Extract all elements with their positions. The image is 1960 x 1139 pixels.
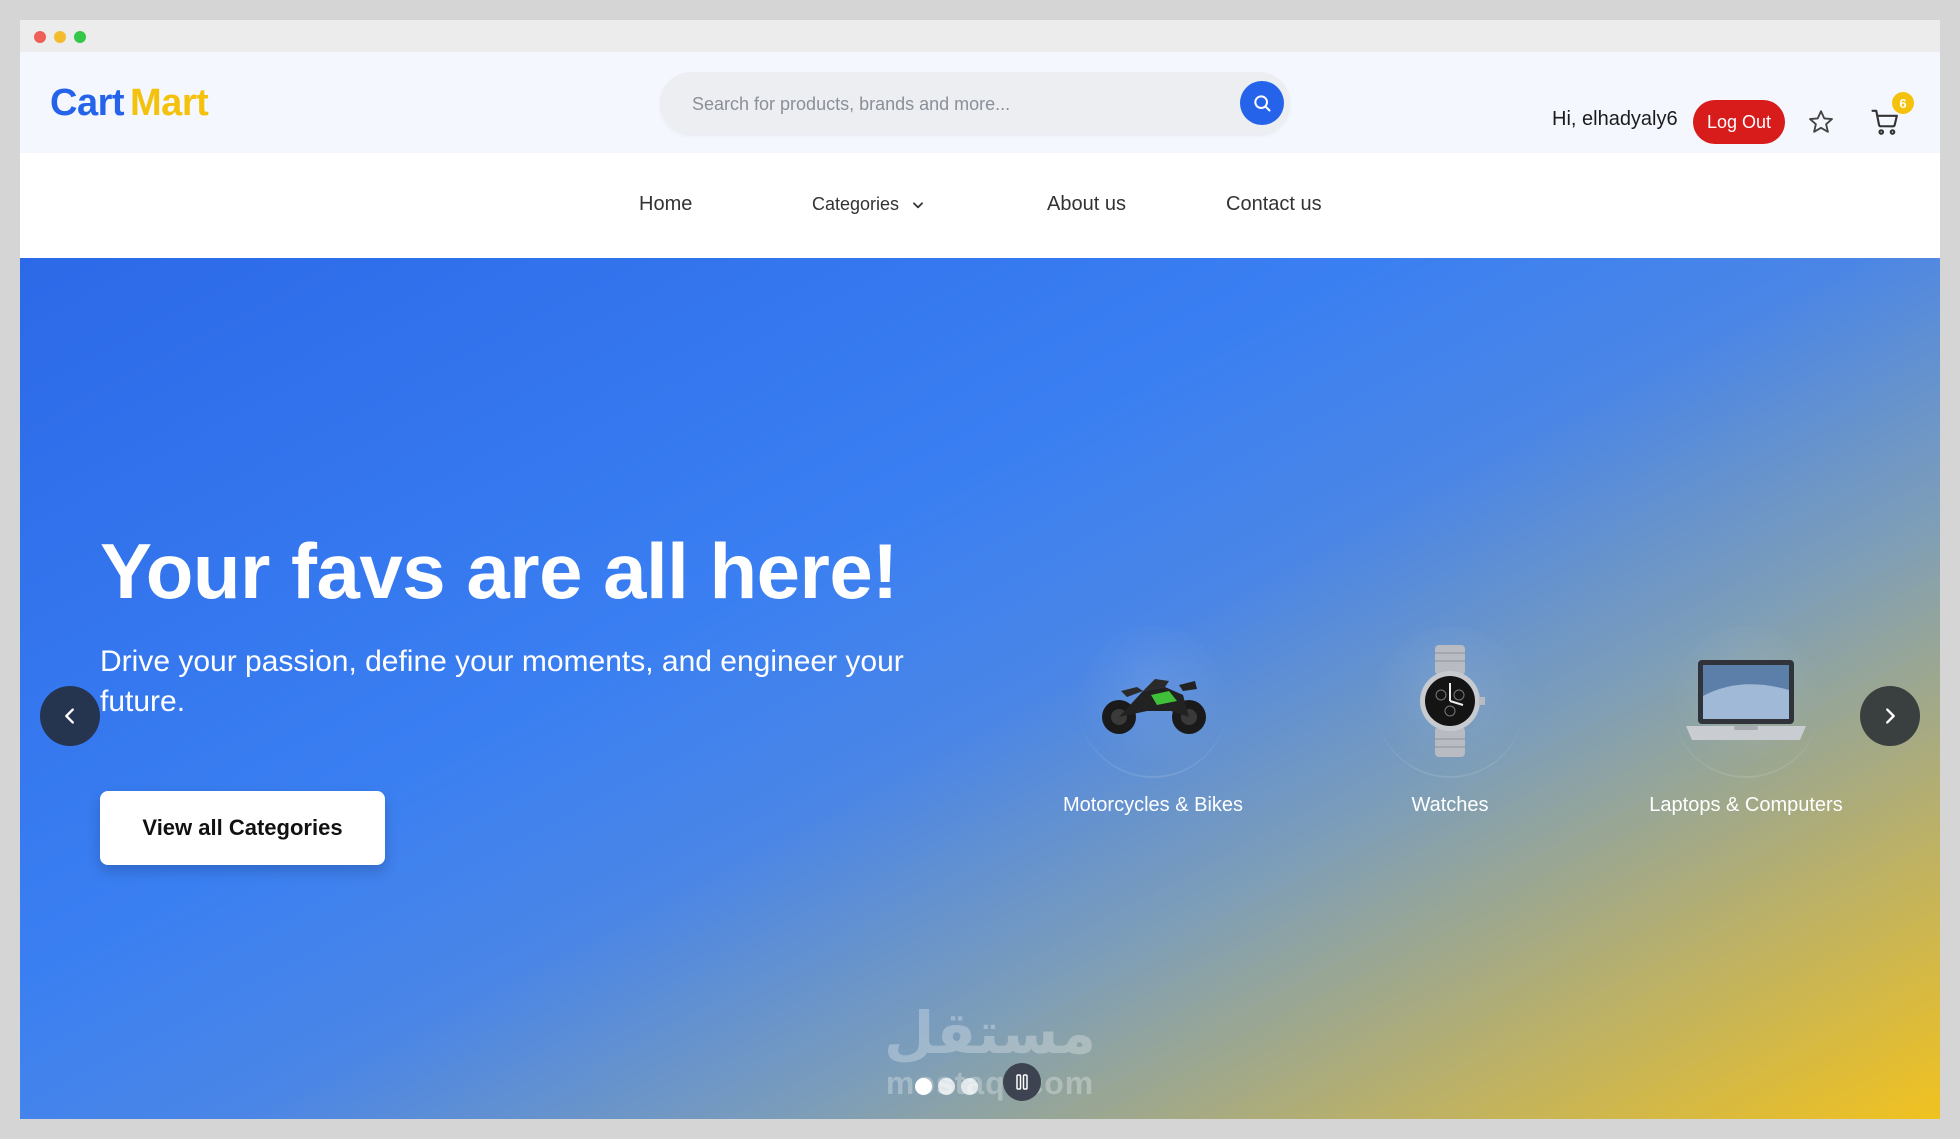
nav-home[interactable]: Home	[639, 193, 692, 216]
carousel-pause-button[interactable]	[1003, 1063, 1041, 1101]
nav-about[interactable]: About us	[1047, 193, 1126, 216]
motorcycle-icon	[1102, 679, 1206, 734]
carousel-next-button[interactable]	[1860, 686, 1920, 746]
search-input[interactable]	[690, 72, 1214, 136]
carousel-indicators	[915, 1078, 978, 1095]
nav-categories[interactable]: Categories	[812, 194, 925, 215]
nav-categories-label: Categories	[812, 194, 900, 214]
search-icon	[1254, 95, 1271, 112]
carousel-dot[interactable]	[938, 1078, 955, 1095]
carousel-dot[interactable]	[961, 1078, 978, 1095]
category-image-watches	[1375, 626, 1525, 778]
category-label-laptops: Laptops & Computers	[1649, 794, 1843, 816]
category-label-motorcycles: Motorcycles & Bikes	[1062, 794, 1244, 816]
search-button[interactable]	[1240, 81, 1284, 125]
search-bar	[660, 72, 1290, 136]
category-image-motorcycles	[1078, 626, 1228, 778]
view-all-categories-button[interactable]: View all Categories	[100, 791, 385, 865]
carousel-dot[interactable]	[915, 1078, 932, 1095]
chevron-left-icon	[65, 708, 74, 724]
hero-carousel: Your favs are all here! Drive your passi…	[20, 258, 1940, 1119]
watermark-latin: mostaql.com	[885, 1065, 1095, 1101]
minimize-window-dot[interactable]	[54, 31, 66, 43]
category-label-watches: Watches	[1411, 794, 1489, 816]
category-card-motorcycles[interactable]: Motorcycles & Bikes	[1033, 626, 1273, 817]
window-chrome	[20, 20, 1940, 52]
category-image-laptops	[1671, 626, 1821, 778]
browser-window: CartMart Hi, elhadyaly6 Log Out 6 Home C…	[20, 20, 1940, 1119]
site-header: CartMart Hi, elhadyaly6 Log Out 6	[20, 52, 1940, 154]
hero-title: Your favs are all here!	[100, 527, 898, 615]
star-icon[interactable]	[1807, 108, 1835, 136]
pause-icon	[1016, 1074, 1028, 1090]
laptop-icon	[1686, 660, 1806, 740]
user-greeting: Hi, elhadyaly6	[1552, 108, 1678, 130]
logout-button[interactable]: Log Out	[1693, 100, 1785, 144]
nav-contact[interactable]: Contact us	[1226, 193, 1322, 216]
close-window-dot[interactable]	[34, 31, 46, 43]
maximize-window-dot[interactable]	[74, 31, 86, 43]
brand-logo[interactable]: Cart Mart	[50, 82, 209, 125]
hero-subtitle: Drive your passion, define your moments,…	[100, 645, 904, 718]
carousel-prev-button[interactable]	[40, 686, 100, 746]
mostaql-watermark: مستقل mostaql.com	[860, 1003, 1120, 1119]
watermark-arabic: مستقل	[883, 1001, 1097, 1066]
cart-count-badge: 6	[1892, 92, 1914, 114]
category-card-laptops[interactable]: Laptops & Computers	[1626, 626, 1866, 817]
watch-icon	[1420, 645, 1485, 757]
brand-logo-part1: Cart	[50, 82, 125, 124]
main-nav: Home Categories About us Contact us	[20, 153, 1940, 258]
chevron-right-icon	[1886, 708, 1895, 724]
brand-logo-part2: Mart	[130, 82, 209, 124]
chevron-down-icon	[913, 201, 924, 208]
category-card-watches[interactable]: Watches	[1330, 626, 1570, 817]
